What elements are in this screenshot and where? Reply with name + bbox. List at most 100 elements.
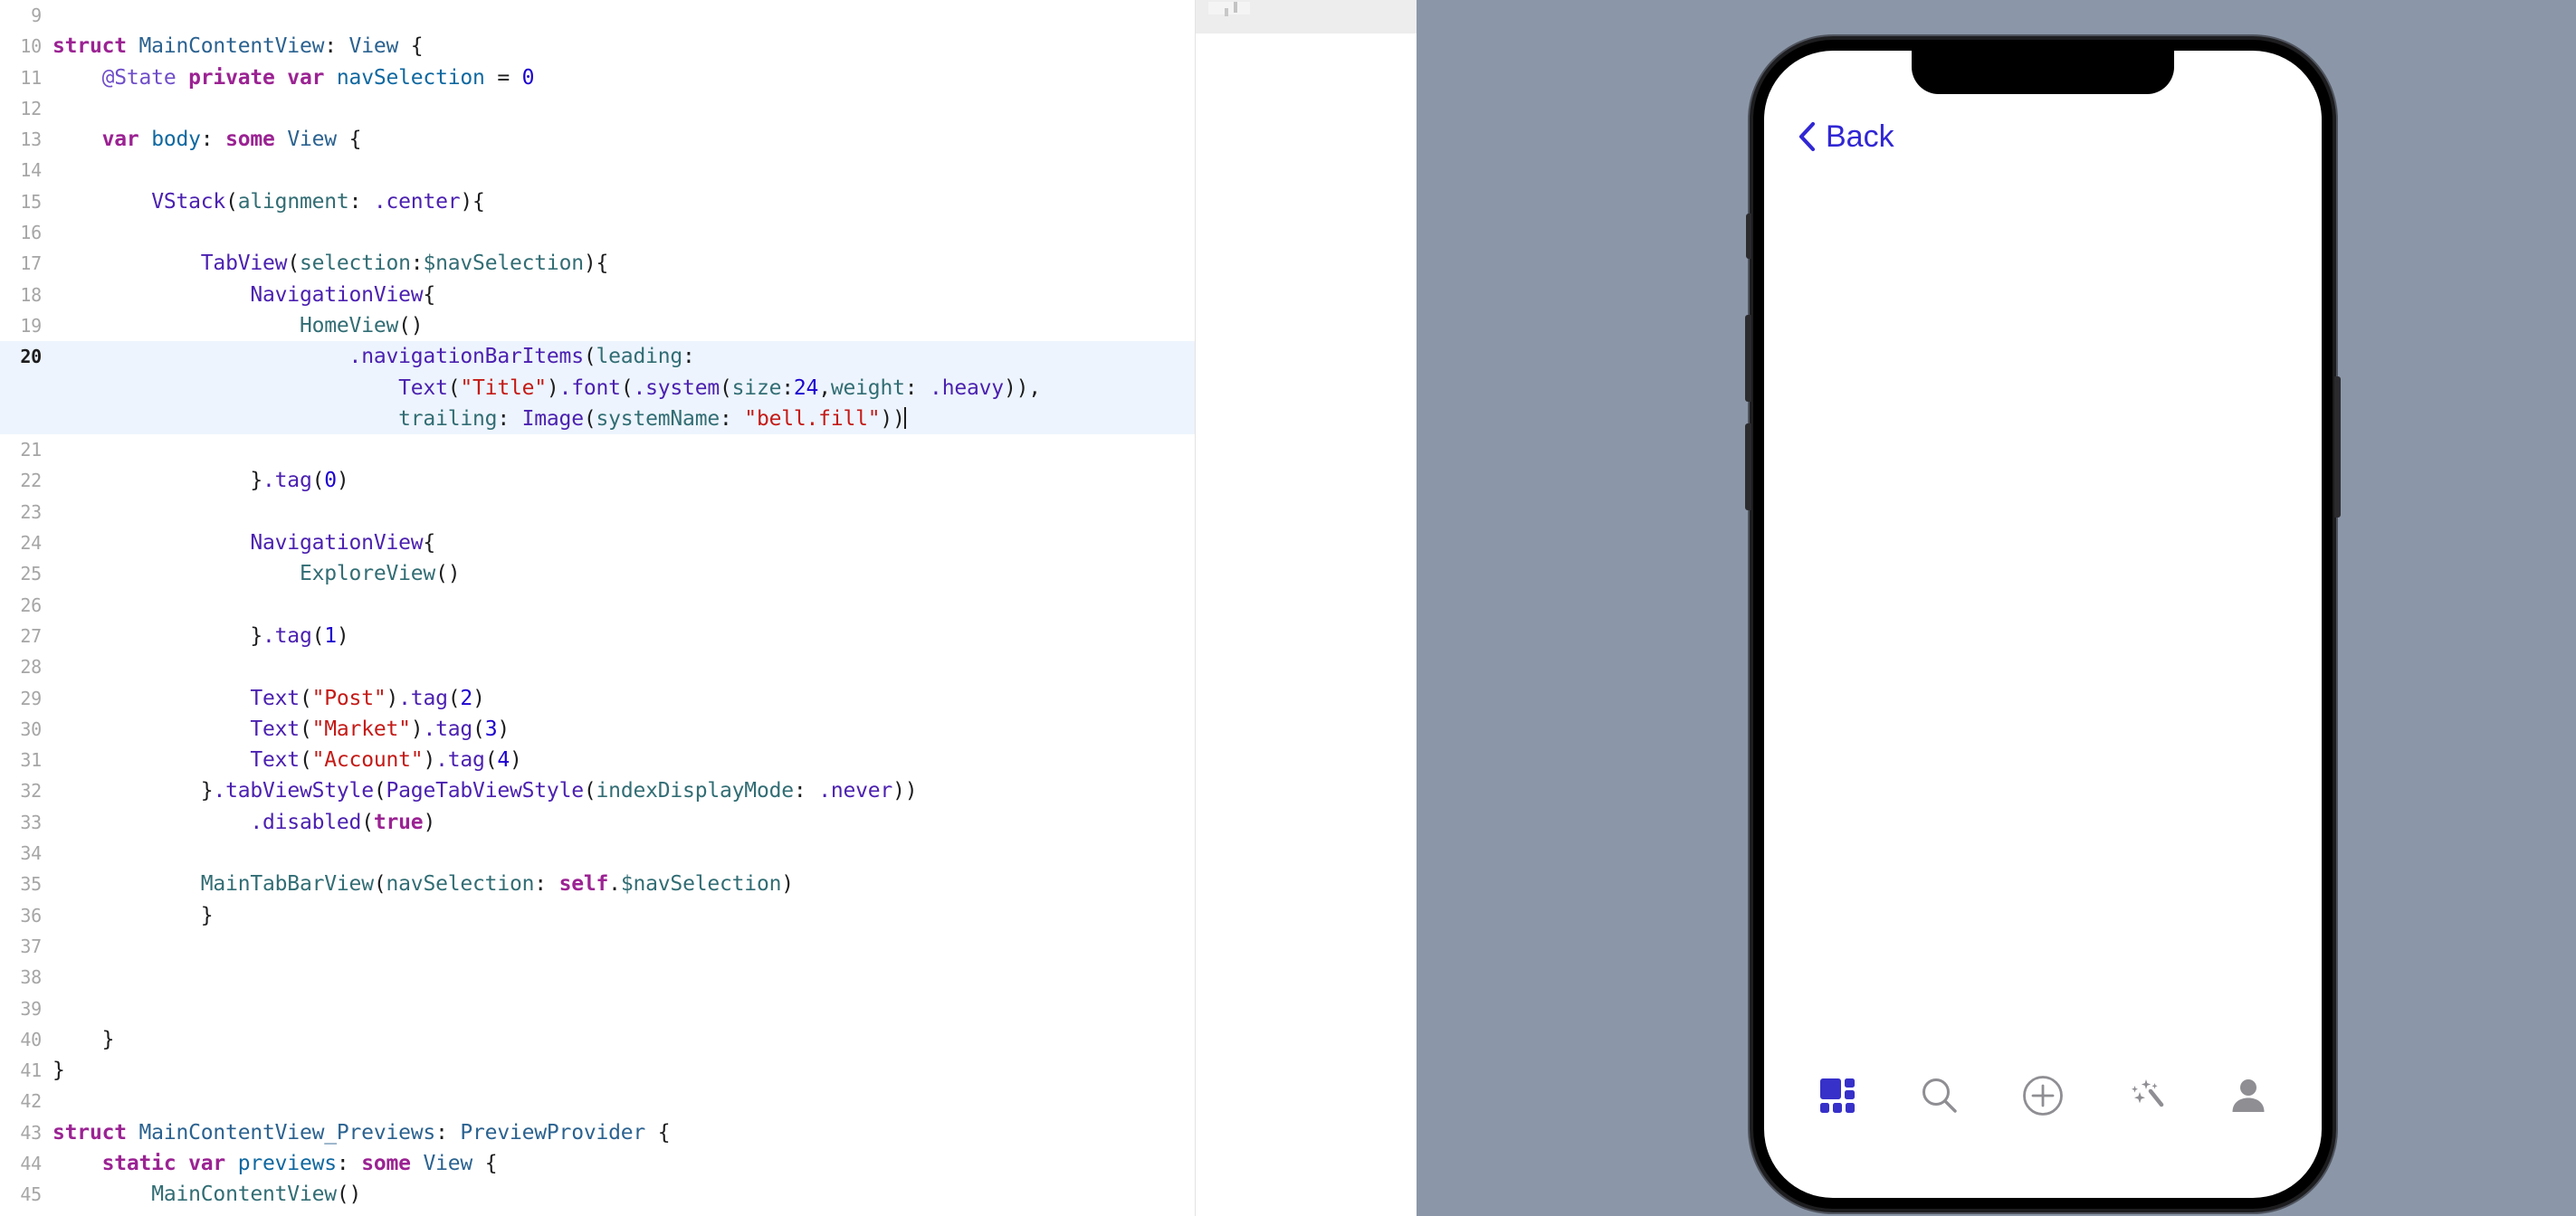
- code-line[interactable]: 14: [0, 155, 1195, 185]
- code-line[interactable]: 24 NavigationView{: [0, 527, 1195, 558]
- code-line-text: }.tag(0): [250, 469, 349, 493]
- code-line[interactable]: 36 }: [0, 900, 1195, 931]
- code-line[interactable]: 41}: [0, 1055, 1195, 1086]
- code-line[interactable]: 16: [0, 217, 1195, 248]
- code-line-text: }.tabViewStyle(PageTabViewStyle(indexDis…: [200, 779, 918, 803]
- code-line[interactable]: trailing: Image(systemName: "bell.fill")…: [0, 403, 1195, 435]
- line-number: 38: [20, 966, 42, 989]
- line-number: 9: [31, 5, 42, 26]
- code-line-text: }: [52, 1211, 115, 1216]
- code-line-text: Text("Market").tag(3): [250, 717, 510, 741]
- secondary-editor-header-chip: [1208, 2, 1250, 16]
- line-number: 33: [20, 811, 42, 833]
- code-line[interactable]: 40 }: [0, 1024, 1195, 1055]
- chevron-left-icon: [1797, 121, 1817, 152]
- main-tab-bar[interactable]: [1764, 1057, 2322, 1135]
- code-line[interactable]: 12: [0, 93, 1195, 124]
- line-number: 12: [20, 97, 42, 119]
- line-number: 18: [20, 283, 42, 306]
- power-button[interactable]: [2334, 376, 2341, 518]
- line-number: 37: [20, 935, 42, 957]
- code-line[interactable]: 18 NavigationView{: [0, 280, 1195, 310]
- code-line[interactable]: 44 static var previews: some View {: [0, 1148, 1195, 1179]
- secondary-editor-body[interactable]: [1196, 33, 1417, 1216]
- tab-dashboard[interactable]: [1798, 1064, 1876, 1127]
- device-screen[interactable]: Back: [1764, 51, 2322, 1198]
- code-line[interactable]: 32 }.tabViewStyle(PageTabViewStyle(index…: [0, 775, 1195, 806]
- code-line[interactable]: 21: [0, 434, 1195, 465]
- code-line[interactable]: Text("Title").font(.system(size:24,weigh…: [0, 372, 1195, 404]
- line-number: 19: [20, 314, 42, 337]
- code-line[interactable]: 9: [0, 0, 1195, 31]
- code-line-text: Text("Title").font(.system(size:24,weigh…: [398, 375, 1041, 400]
- secondary-editor-panel[interactable]: [1195, 0, 1417, 1216]
- code-line[interactable]: 15 VStack(alignment: .center){: [0, 186, 1195, 217]
- line-number: 16: [20, 222, 42, 244]
- code-line[interactable]: 35 MainTabBarView(navSelection: self.$na…: [0, 869, 1195, 899]
- code-line[interactable]: 27 }.tag(1): [0, 621, 1195, 651]
- code-line-text: HomeView(): [299, 313, 424, 337]
- nav-back-label: Back: [1826, 119, 1894, 154]
- code-line[interactable]: 45 MainContentView(): [0, 1179, 1195, 1210]
- code-line[interactable]: 25 ExploreView(): [0, 558, 1195, 589]
- code-line-text: ExploreView(): [299, 562, 461, 586]
- line-number: 25: [20, 563, 42, 585]
- line-number: 17: [20, 252, 42, 275]
- tab-search[interactable]: [1901, 1064, 1979, 1127]
- volume-down-button[interactable]: [1745, 423, 1751, 510]
- line-number: 26: [20, 594, 42, 616]
- swift-code-editor[interactable]: 9 10 struct MainContentView: View { 11 @Sta…: [0, 0, 1195, 1216]
- code-line[interactable]: 20 .navigationBarItems(leading:: [0, 341, 1195, 373]
- device-notch: [1912, 51, 2174, 94]
- code-line[interactable]: 31 Text("Account").tag(4): [0, 745, 1195, 775]
- person-icon: [2228, 1076, 2268, 1116]
- code-line-text: MainTabBarView(navSelection: self.$navSe…: [200, 872, 794, 897]
- tab-magic[interactable]: [2107, 1064, 2185, 1127]
- line-number: 41: [20, 1059, 42, 1082]
- code-line[interactable]: 19 HomeView(): [0, 310, 1195, 341]
- code-line[interactable]: 29 Text("Post").tag(2): [0, 683, 1195, 714]
- code-line-text: }: [52, 1059, 65, 1083]
- code-line[interactable]: 17 TabView(selection:$navSelection){: [0, 248, 1195, 279]
- code-line[interactable]: 23: [0, 497, 1195, 527]
- code-line[interactable]: 22 }.tag(0): [0, 465, 1195, 496]
- code-line[interactable]: 28: [0, 651, 1195, 682]
- code-line[interactable]: 46 }: [0, 1211, 1195, 1216]
- code-line[interactable]: 39: [0, 993, 1195, 1024]
- code-line[interactable]: 13 var body: some View {: [0, 124, 1195, 155]
- code-line[interactable]: 43 struct MainContentView_Previews: Previ…: [0, 1117, 1195, 1148]
- code-line[interactable]: 33 .disabled(true): [0, 807, 1195, 838]
- search-icon: [1919, 1075, 1961, 1116]
- xcode-window: 9 10 struct MainContentView: View { 11 @Sta…: [0, 0, 2576, 1216]
- code-line[interactable]: 37: [0, 931, 1195, 962]
- code-line[interactable]: 30 Text("Market").tag(3): [0, 714, 1195, 745]
- line-number: 15: [20, 190, 42, 213]
- code-line[interactable]: 42: [0, 1086, 1195, 1116]
- tab-account[interactable]: [2209, 1064, 2287, 1127]
- line-number: 40: [20, 1028, 42, 1050]
- secondary-editor-header: [1196, 0, 1417, 33]
- code-line-text: .disabled(true): [250, 810, 436, 834]
- tab-add[interactable]: [2004, 1064, 2082, 1127]
- code-line-text: Text("Account").tag(4): [250, 748, 522, 773]
- line-number: 28: [20, 656, 42, 679]
- iphone-device-frame[interactable]: Back: [1745, 36, 2341, 1212]
- volume-up-button[interactable]: [1745, 315, 1751, 402]
- swiftui-preview-canvas[interactable]: Back: [1417, 0, 2576, 1216]
- line-number: 30: [20, 717, 42, 740]
- silent-switch-button[interactable]: [1746, 214, 1751, 259]
- plus-circle-icon: [2021, 1074, 2065, 1117]
- code-line[interactable]: 26: [0, 590, 1195, 621]
- code-line[interactable]: 34: [0, 838, 1195, 869]
- code-lines-container[interactable]: 9 10 struct MainContentView: View { 11 @Sta…: [0, 0, 1195, 1216]
- code-line-text: }.tag(1): [250, 623, 349, 648]
- line-number: 29: [20, 687, 42, 709]
- code-line[interactable]: 38: [0, 962, 1195, 993]
- code-line-text: struct MainContentView: View {: [52, 34, 424, 59]
- code-line[interactable]: 10 struct MainContentView: View {: [0, 31, 1195, 62]
- line-number: 32: [20, 780, 42, 803]
- line-number: 10: [20, 35, 42, 58]
- code-line-text: struct MainContentView_Previews: Preview…: [52, 1120, 671, 1145]
- nav-back-button[interactable]: Back: [1797, 121, 1894, 152]
- code-line[interactable]: 11 @State private var navSelection = 0: [0, 62, 1195, 93]
